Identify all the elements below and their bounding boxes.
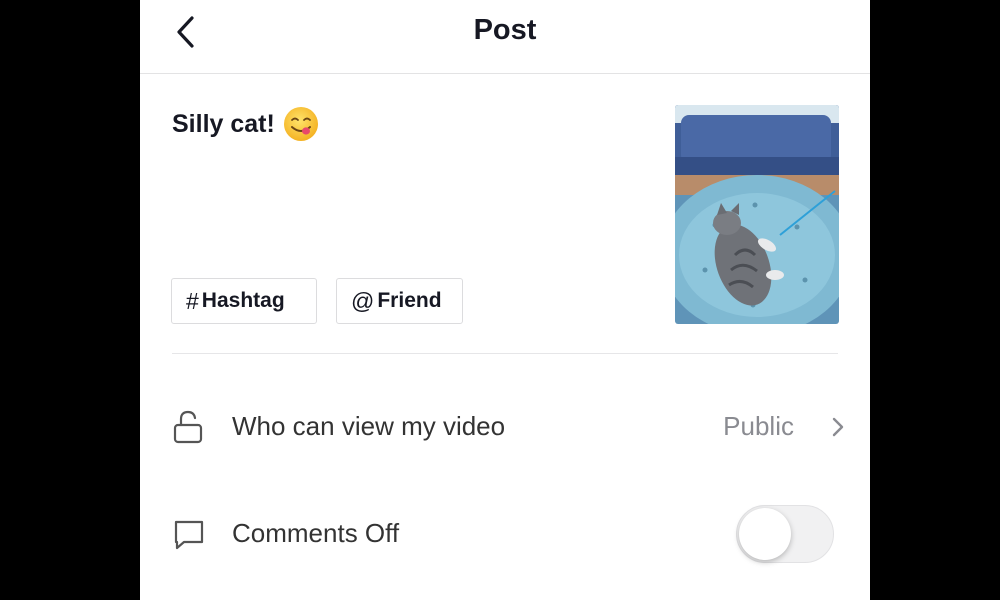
page-title: Post bbox=[473, 14, 537, 46]
hashtag-label: Hashtag bbox=[201, 289, 285, 312]
privacy-label: Who can view my video bbox=[232, 411, 506, 441]
comments-setting-row: Comments Off bbox=[140, 499, 870, 569]
privacy-value: Public bbox=[723, 411, 794, 441]
privacy-setting-row[interactable]: Who can view my video Public bbox=[140, 392, 870, 462]
comments-label: Comments Off bbox=[232, 518, 400, 548]
chevron-right-icon bbox=[828, 412, 848, 442]
unlock-icon bbox=[172, 409, 206, 445]
hashtag-button[interactable]: # Hashtag bbox=[171, 278, 317, 324]
caption-text: Silly cat! bbox=[172, 109, 275, 138]
friend-label: Friend bbox=[377, 289, 442, 312]
comment-icon bbox=[172, 516, 206, 552]
friend-button[interactable]: @ Friend bbox=[336, 278, 463, 324]
header: Post bbox=[140, 0, 870, 74]
post-screen: Post Silly cat! # Hashtag @ Friend Who c… bbox=[140, 0, 870, 600]
yum-face-emoji bbox=[283, 106, 319, 142]
toggle-knob bbox=[739, 508, 791, 560]
caption-field[interactable]: Silly cat! bbox=[172, 106, 632, 142]
hash-icon: # bbox=[186, 287, 199, 314]
divider bbox=[172, 353, 838, 354]
video-thumbnail[interactable] bbox=[675, 105, 839, 324]
comments-toggle[interactable] bbox=[736, 505, 834, 563]
at-icon: @ bbox=[351, 287, 375, 314]
